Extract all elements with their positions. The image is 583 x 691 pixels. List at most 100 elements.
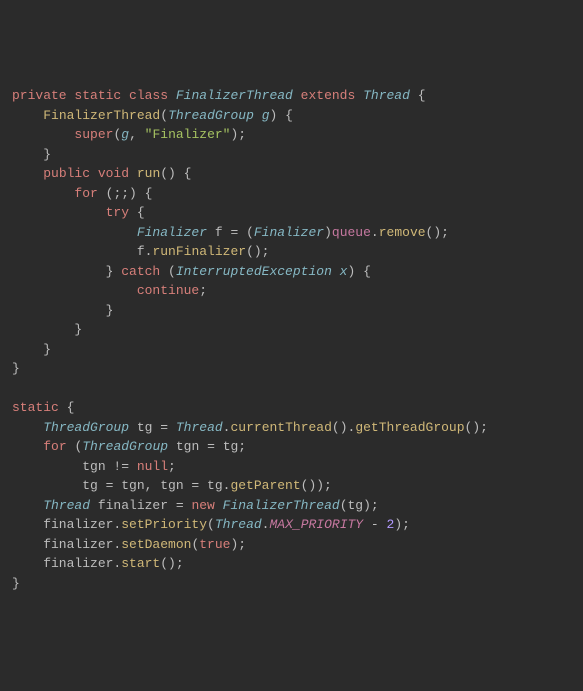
code-token: g (121, 127, 129, 142)
code-token: FinalizerThread (176, 88, 301, 103)
code-token: currentThread (230, 420, 331, 435)
code-token: f (215, 225, 231, 240)
code-token: 2 (387, 517, 395, 532)
code-token: "Finalizer" (145, 127, 231, 142)
code-token (12, 166, 43, 181)
code-token (12, 283, 137, 298)
code-token: ; (168, 459, 176, 474)
code-token: Thread (43, 498, 98, 513)
code-token: continue (137, 283, 199, 298)
code-token: setDaemon (121, 537, 191, 552)
code-line: private static class FinalizerThread ext… (12, 86, 571, 106)
code-line: for (;;) { (12, 184, 571, 204)
code-token: Finalizer (254, 225, 324, 240)
code-line: continue; (12, 281, 571, 301)
code-token: Finalizer (137, 225, 215, 240)
code-line: } (12, 145, 571, 165)
code-token: ) (324, 225, 332, 240)
code-token: (;;) { (106, 186, 153, 201)
code-token: ( (191, 537, 199, 552)
code-token: getThreadGroup (355, 420, 464, 435)
code-token: } (12, 322, 82, 337)
code-token: } (12, 361, 20, 376)
code-token: try (106, 205, 137, 220)
code-token (12, 381, 20, 396)
code-token (12, 205, 106, 220)
code-token: != (113, 459, 136, 474)
code-token: . (262, 517, 270, 532)
code-token: extends (301, 88, 363, 103)
code-token: , (129, 127, 145, 142)
code-token: tgn (12, 459, 113, 474)
code-token: ) { (270, 108, 293, 123)
code-token: } (12, 147, 51, 162)
code-line: tg = tgn, tgn = tg.getParent()); (12, 476, 571, 496)
code-token: - (371, 517, 387, 532)
code-token: finalizer (98, 498, 176, 513)
code-token: } (12, 342, 51, 357)
code-token: = (230, 225, 246, 240)
code-line (12, 379, 571, 399)
code-token: static (12, 400, 67, 415)
code-token: remove (379, 225, 426, 240)
code-token: ; (199, 283, 207, 298)
code-token: public (43, 166, 98, 181)
code-token: InterruptedException (176, 264, 340, 279)
code-token: ThreadGroup (43, 420, 137, 435)
code-line: static { (12, 398, 571, 418)
code-line: Finalizer f = (Finalizer)queue.remove(); (12, 223, 571, 243)
code-line: try { (12, 203, 571, 223)
code-line: tgn != null; (12, 457, 571, 477)
code-token: Thread (176, 420, 223, 435)
code-line: } (12, 301, 571, 321)
code-token: for (43, 439, 74, 454)
code-line: } (12, 574, 571, 594)
code-token: } (12, 264, 121, 279)
code-token: class (129, 88, 176, 103)
code-token: ); (230, 537, 246, 552)
code-token: Thread (215, 517, 262, 532)
code-token: catch (121, 264, 168, 279)
code-token: (); (426, 225, 449, 240)
code-token: } (12, 576, 20, 591)
code-line: Thread finalizer = new FinalizerThread(t… (12, 496, 571, 516)
code-token: ()); (301, 478, 332, 493)
code-token: = tg; (207, 439, 246, 454)
code-token: ); (394, 517, 410, 532)
code-token: } (12, 303, 113, 318)
code-token: getParent (230, 478, 300, 493)
code-token (12, 108, 43, 123)
code-token: tg = tgn, tgn = tg. (12, 478, 230, 493)
code-token: . (371, 225, 379, 240)
code-line: finalizer.setDaemon(true); (12, 535, 571, 555)
code-token: (); (465, 420, 488, 435)
code-token: ( (168, 264, 176, 279)
code-token: { (418, 88, 426, 103)
code-token (12, 439, 43, 454)
code-token: ThreadGroup (82, 439, 176, 454)
code-token: g (262, 108, 270, 123)
code-token: ThreadGroup (168, 108, 262, 123)
code-token (12, 225, 137, 240)
code-token: ( (207, 517, 215, 532)
code-line: super(g, "Finalizer"); (12, 125, 571, 145)
code-token: f. (12, 244, 152, 259)
code-token: Thread (363, 88, 418, 103)
code-line: } (12, 340, 571, 360)
code-token: FinalizerThread (223, 498, 340, 513)
code-token: MAX_PRIORITY (269, 517, 370, 532)
code-token: = (176, 498, 192, 513)
code-token (12, 420, 43, 435)
code-token (12, 498, 43, 513)
code-token: (); (160, 556, 183, 571)
code-token: null (137, 459, 168, 474)
code-line: } catch (InterruptedException x) { (12, 262, 571, 282)
code-token: ) { (347, 264, 370, 279)
code-line: finalizer.start(); (12, 554, 571, 574)
code-token: ( (246, 225, 254, 240)
code-line: } (12, 320, 571, 340)
code-token: super (74, 127, 113, 142)
code-token: () { (160, 166, 191, 181)
code-token: tgn (176, 439, 207, 454)
code-token: finalizer. (12, 517, 121, 532)
